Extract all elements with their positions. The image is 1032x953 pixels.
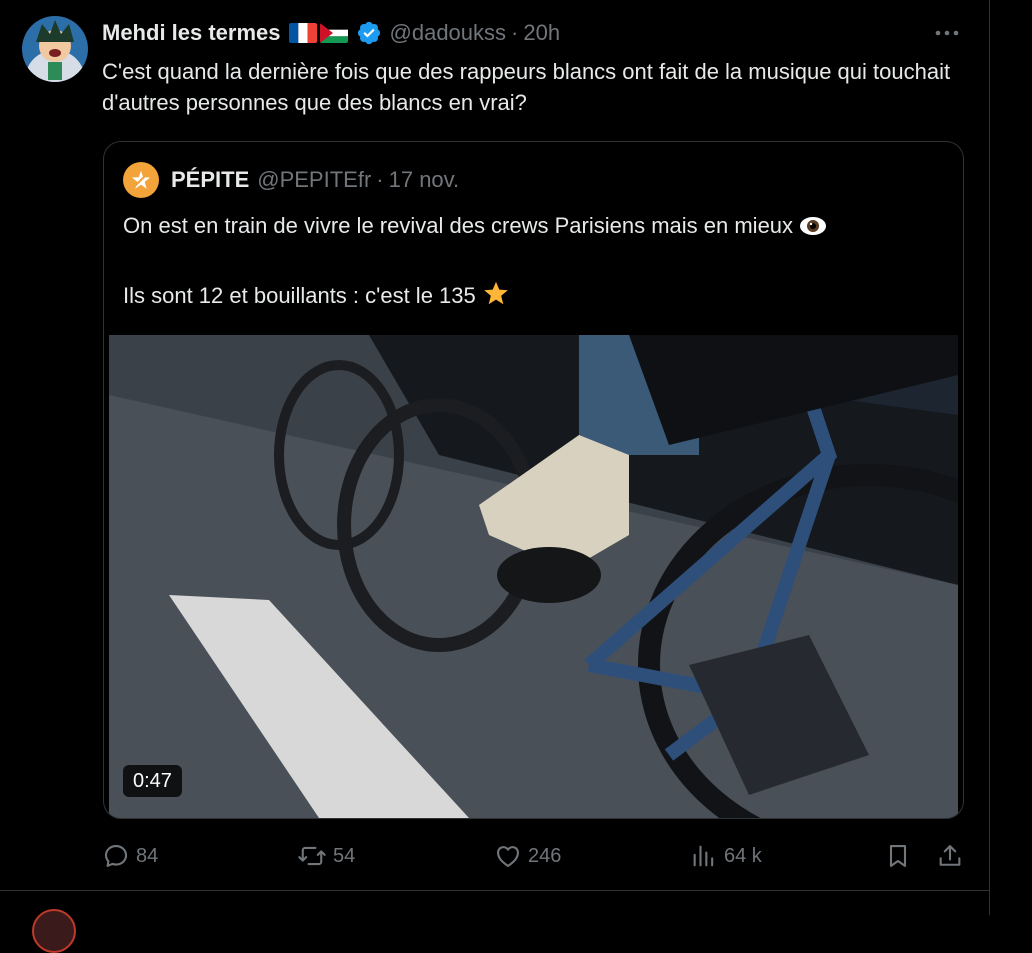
verified-badge-icon[interactable] [356, 20, 382, 46]
video-player[interactable]: 0:47 [109, 335, 958, 818]
tweet-header: Mehdi les termes @dadoukss · 20h [102, 18, 560, 48]
reply-count: 84 [136, 844, 159, 867]
reply-button[interactable]: 84 [102, 838, 158, 874]
author-handle[interactable]: @dadoukss [390, 20, 507, 46]
quoted-tweet-header: PÉPITE @PEPITEfr · 17 nov. [123, 162, 459, 198]
tweet-divider [0, 890, 989, 891]
quoted-text-line-2: Ils sont 12 et bouillants : c'est le 135 [123, 283, 476, 308]
palestine-flag-icon [319, 23, 348, 43]
repost-button[interactable]: 54 [297, 838, 355, 874]
views-button[interactable]: 64 k [690, 838, 762, 874]
quoted-tweet-date[interactable]: 17 nov. [389, 167, 460, 193]
tweet-timestamp[interactable]: 20h [523, 20, 560, 46]
like-count: 246 [528, 844, 562, 867]
author-avatar[interactable] [22, 16, 88, 82]
quoted-author-display-name[interactable]: PÉPITE [171, 167, 249, 193]
tweet-text: C'est quand la dernière fois que des rap… [102, 59, 951, 115]
bookmark-button[interactable] [884, 838, 912, 874]
repost-count: 54 [333, 844, 356, 867]
video-duration-badge: 0:47 [123, 765, 182, 797]
reply-icon [102, 842, 130, 870]
video-thumbnail [109, 335, 958, 818]
quoted-author-avatar[interactable] [123, 162, 159, 198]
eye-emoji-icon [799, 214, 827, 245]
timeline-right-border [989, 0, 990, 915]
share-button[interactable] [936, 838, 964, 874]
repost-icon [297, 842, 327, 870]
header-separator: · [511, 20, 519, 45]
quoted-tweet-text: On est en train de vivre le revival des … [123, 210, 943, 315]
more-icon[interactable] [934, 26, 962, 40]
next-tweet-avatar[interactable] [32, 909, 76, 953]
quoted-author-handle[interactable]: @PEPITEfr [257, 167, 371, 193]
bookmark-icon [884, 842, 912, 870]
views-count: 64 k [724, 844, 762, 867]
star-emoji-icon [482, 280, 510, 315]
share-icon [936, 842, 964, 870]
france-flag-icon [288, 23, 317, 43]
tweet-actions-bar: 84 54 246 64 k [102, 838, 972, 874]
author-display-name[interactable]: Mehdi les termes [102, 20, 281, 46]
quoted-header-separator: · [376, 167, 384, 192]
like-button[interactable]: 246 [494, 838, 561, 874]
heart-icon [494, 842, 522, 870]
quoted-tweet[interactable]: PÉPITE @PEPITEfr · 17 nov. On est en tra… [103, 141, 964, 819]
quoted-text-line-1: On est en train de vivre le revival des … [123, 213, 794, 238]
views-icon [690, 842, 718, 870]
